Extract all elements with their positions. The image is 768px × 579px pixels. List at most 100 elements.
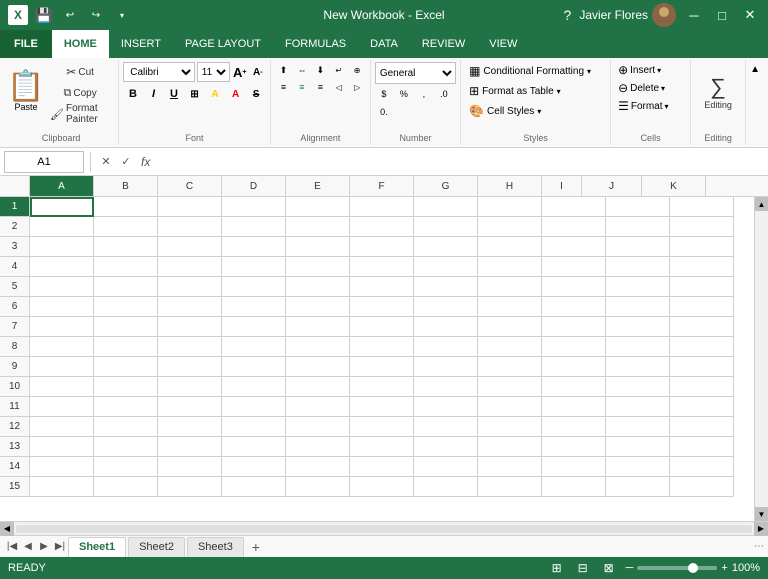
- cell-B2[interactable]: [94, 217, 158, 237]
- cell-J7[interactable]: [606, 317, 670, 337]
- cell-C14[interactable]: [158, 457, 222, 477]
- scroll-right-button[interactable]: ▶: [754, 522, 768, 536]
- conditional-formatting-button[interactable]: ▦ Conditional Formatting ▾: [465, 62, 606, 80]
- tab-review[interactable]: REVIEW: [410, 30, 477, 58]
- cell-J3[interactable]: [606, 237, 670, 257]
- sheet-tab-sheet2[interactable]: Sheet2: [128, 537, 185, 557]
- tab-home[interactable]: HOME: [52, 30, 109, 58]
- merge-button[interactable]: ⊕: [348, 62, 365, 78]
- enter-formula-button[interactable]: ✓: [117, 153, 135, 171]
- cell-J8[interactable]: [606, 337, 670, 357]
- cell-H5[interactable]: [478, 277, 542, 297]
- cell-G13[interactable]: [414, 437, 478, 457]
- cell-E6[interactable]: [286, 297, 350, 317]
- cell-K14[interactable]: [670, 457, 734, 477]
- cell-G12[interactable]: [414, 417, 478, 437]
- cell-J11[interactable]: [606, 397, 670, 417]
- ribbon-collapse-button[interactable]: ▲: [748, 62, 762, 77]
- cell-A3[interactable]: [30, 237, 94, 257]
- cell-E11[interactable]: [286, 397, 350, 417]
- increase-indent-button[interactable]: ▷: [348, 79, 365, 95]
- cell-C3[interactable]: [158, 237, 222, 257]
- underline-button[interactable]: U: [164, 84, 184, 104]
- cell-F13[interactable]: [350, 437, 414, 457]
- cell-I5[interactable]: [542, 277, 606, 297]
- fill-color-button[interactable]: A: [205, 84, 225, 104]
- cell-C5[interactable]: [158, 277, 222, 297]
- italic-button[interactable]: I: [144, 84, 164, 104]
- row-header-9[interactable]: 9: [0, 357, 30, 377]
- tab-nav-first[interactable]: |◀: [4, 539, 20, 555]
- decrease-decimal-button[interactable]: 0.: [375, 104, 393, 120]
- cell-K8[interactable]: [670, 337, 734, 357]
- cell-C2[interactable]: [158, 217, 222, 237]
- page-layout-view-button[interactable]: ⊟: [574, 559, 592, 577]
- row-header-15[interactable]: 15: [0, 477, 30, 497]
- cell-H12[interactable]: [478, 417, 542, 437]
- cell-B3[interactable]: [94, 237, 158, 257]
- cell-I3[interactable]: [542, 237, 606, 257]
- cell-I13[interactable]: [542, 437, 606, 457]
- cell-H3[interactable]: [478, 237, 542, 257]
- tab-view[interactable]: VIEW: [477, 30, 529, 58]
- tab-nav-next[interactable]: ▶: [36, 539, 52, 555]
- cell-D12[interactable]: [222, 417, 286, 437]
- cell-H7[interactable]: [478, 317, 542, 337]
- cell-I4[interactable]: [542, 257, 606, 277]
- page-break-view-button[interactable]: ⊠: [600, 559, 618, 577]
- cell-A12[interactable]: [30, 417, 94, 437]
- tab-file[interactable]: FILE: [0, 30, 52, 58]
- cell-C13[interactable]: [158, 437, 222, 457]
- vertical-scrollbar[interactable]: ▲ ▼: [754, 197, 768, 521]
- cell-G5[interactable]: [414, 277, 478, 297]
- cell-B1[interactable]: [94, 197, 158, 217]
- cell-F10[interactable]: [350, 377, 414, 397]
- cell-F12[interactable]: [350, 417, 414, 437]
- format-painter-button[interactable]: 🖌 Format Painter: [46, 104, 114, 124]
- scroll-up-button[interactable]: ▲: [755, 197, 768, 211]
- cell-C11[interactable]: [158, 397, 222, 417]
- cell-J4[interactable]: [606, 257, 670, 277]
- comma-button[interactable]: ,: [415, 86, 433, 102]
- cell-I9[interactable]: [542, 357, 606, 377]
- tab-page-layout[interactable]: PAGE LAYOUT: [173, 30, 273, 58]
- col-header-K[interactable]: K: [642, 176, 706, 196]
- border-button[interactable]: ⊞: [185, 84, 205, 104]
- cell-H14[interactable]: [478, 457, 542, 477]
- zoom-slider[interactable]: [637, 566, 717, 570]
- cell-styles-button[interactable]: 🎨 Cell Styles ▾: [465, 102, 606, 120]
- cell-K3[interactable]: [670, 237, 734, 257]
- font-color-button[interactable]: A: [226, 84, 246, 104]
- tab-nav-prev[interactable]: ◀: [20, 539, 36, 555]
- row-header-12[interactable]: 12: [0, 417, 30, 437]
- help-button[interactable]: ?: [564, 7, 572, 23]
- cell-K13[interactable]: [670, 437, 734, 457]
- formula-input[interactable]: [154, 151, 764, 173]
- font-size-select[interactable]: 11: [197, 62, 230, 82]
- cell-H1[interactable]: [478, 197, 542, 217]
- tab-data[interactable]: DATA: [358, 30, 410, 58]
- cell-G8[interactable]: [414, 337, 478, 357]
- cell-F14[interactable]: [350, 457, 414, 477]
- row-header-6[interactable]: 6: [0, 297, 30, 317]
- h-scroll-track[interactable]: [16, 525, 752, 533]
- col-header-G[interactable]: G: [414, 176, 478, 196]
- normal-view-button[interactable]: ⊞: [548, 559, 566, 577]
- cell-D7[interactable]: [222, 317, 286, 337]
- cell-C1[interactable]: [158, 197, 222, 217]
- row-header-10[interactable]: 10: [0, 377, 30, 397]
- cell-G3[interactable]: [414, 237, 478, 257]
- col-header-B[interactable]: B: [94, 176, 158, 196]
- cell-K11[interactable]: [670, 397, 734, 417]
- cell-F2[interactable]: [350, 217, 414, 237]
- cell-A15[interactable]: [30, 477, 94, 497]
- cell-D13[interactable]: [222, 437, 286, 457]
- cell-J2[interactable]: [606, 217, 670, 237]
- cell-B13[interactable]: [94, 437, 158, 457]
- insert-cells-button[interactable]: ⊕ Insert ▾: [615, 62, 686, 78]
- cell-E12[interactable]: [286, 417, 350, 437]
- cell-J1[interactable]: [606, 197, 670, 217]
- cell-H4[interactable]: [478, 257, 542, 277]
- cell-D9[interactable]: [222, 357, 286, 377]
- minimize-button[interactable]: ─: [684, 5, 704, 25]
